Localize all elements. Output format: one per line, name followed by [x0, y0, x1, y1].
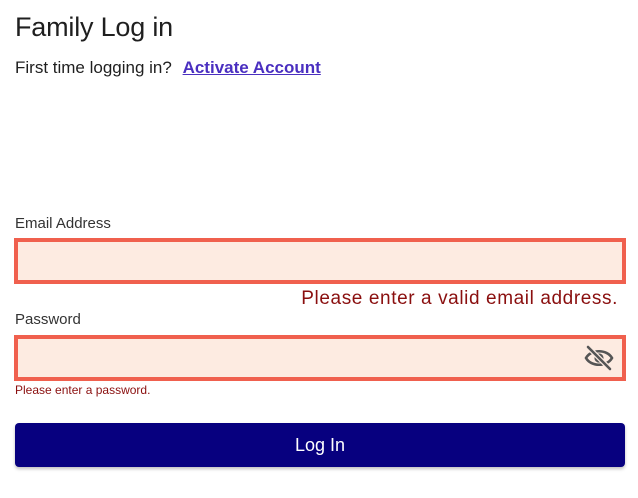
password-label: Password: [15, 311, 81, 328]
login-page: Family Log in First time logging in? Act…: [0, 0, 638, 498]
password-input[interactable]: [18, 339, 622, 377]
login-button[interactable]: Log In: [15, 423, 625, 467]
password-error-message: Please enter a password.: [15, 383, 151, 397]
activation-row: First time logging in? Activate Account: [15, 58, 321, 78]
page-title: Family Log in: [15, 12, 173, 42]
email-input[interactable]: [18, 242, 622, 280]
activate-account-link[interactable]: Activate Account: [183, 58, 321, 77]
email-label: Email Address: [15, 215, 111, 232]
email-field-container: [14, 238, 626, 284]
eye-slash-icon[interactable]: [584, 345, 614, 371]
activation-prompt: First time logging in?: [15, 58, 172, 77]
email-error-message: Please enter a valid email address.: [301, 288, 618, 309]
eye-slash-icon-graphic: [584, 345, 614, 371]
password-field-container: [14, 335, 626, 381]
